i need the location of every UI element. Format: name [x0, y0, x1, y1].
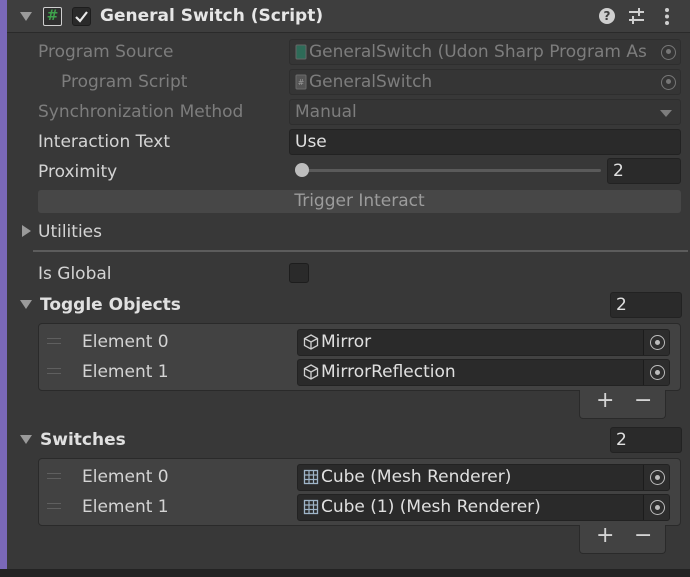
- toggle-objects-label[interactable]: Toggle Objects: [40, 295, 181, 315]
- target-icon[interactable]: [650, 335, 665, 350]
- svg-text:#: #: [298, 78, 305, 87]
- dropdown-arrow-icon: [660, 110, 672, 117]
- list-element-label: Element 0: [82, 332, 169, 352]
- list-element-label: Element 1: [82, 497, 169, 517]
- drag-handle-icon[interactable]: [47, 338, 61, 344]
- target-icon[interactable]: [661, 74, 676, 90]
- proximity-slider-thumb[interactable]: [295, 163, 309, 177]
- proximity-slider-track[interactable]: [295, 169, 601, 172]
- trigger-interact-label: Trigger Interact: [294, 191, 425, 211]
- udon-program-asset-icon: [295, 44, 307, 60]
- switch-field[interactable]: Cube (Mesh Renderer): [297, 464, 670, 491]
- proximity-value-input[interactable]: 2: [607, 158, 681, 184]
- program-source-field[interactable]: GeneralSwitch (Udon Sharp Program As: [289, 39, 681, 65]
- more-icon[interactable]: [664, 7, 670, 26]
- trigger-interact-button[interactable]: Trigger Interact: [38, 190, 681, 213]
- utilities-foldout-icon[interactable]: [22, 225, 31, 237]
- utilities-label[interactable]: Utilities: [38, 222, 102, 242]
- switches-add-remove: + −: [579, 523, 666, 554]
- proximity-value: 2: [613, 161, 624, 181]
- toggle-objects-size-input[interactable]: 2: [610, 292, 682, 318]
- target-icon[interactable]: [661, 44, 676, 60]
- target-icon[interactable]: [650, 365, 665, 380]
- switch-value: Cube (1) (Mesh Renderer): [321, 497, 541, 517]
- program-source-picker[interactable]: [654, 40, 680, 64]
- target-icon[interactable]: [650, 500, 665, 515]
- add-element-button[interactable]: +: [596, 388, 614, 413]
- toggle-object-value: Mirror: [321, 332, 372, 352]
- section-divider: [33, 250, 688, 252]
- interaction-text-input[interactable]: Use: [289, 129, 681, 155]
- bottom-divider: [0, 569, 690, 577]
- switch-value: Cube (Mesh Renderer): [321, 467, 512, 487]
- switches-foldout-icon[interactable]: [20, 435, 32, 444]
- toggle-object-field[interactable]: Mirror: [297, 329, 670, 356]
- toggle-object-field[interactable]: MirrorReflection: [297, 359, 670, 386]
- mesh-renderer-icon: [303, 499, 319, 515]
- target-icon[interactable]: [650, 470, 665, 485]
- list-element-label: Element 0: [82, 467, 169, 487]
- list-element-label: Element 1: [82, 362, 169, 382]
- presets-icon[interactable]: [627, 7, 646, 26]
- toggle-objects-add-remove: + −: [579, 388, 666, 419]
- program-script-label: Program Script: [61, 72, 188, 92]
- collapse-foldout-icon[interactable]: [20, 12, 32, 21]
- program-source-value: GeneralSwitch (Udon Sharp Program As: [309, 42, 647, 62]
- interaction-text-value: Use: [295, 132, 327, 152]
- object-picker[interactable]: [643, 360, 669, 385]
- is-global-checkbox[interactable]: [289, 263, 309, 283]
- component-accent-bar: [0, 0, 7, 577]
- remove-element-button[interactable]: −: [634, 523, 652, 548]
- interaction-text-label: Interaction Text: [38, 132, 171, 152]
- drag-handle-icon[interactable]: [47, 473, 61, 479]
- sync-method-label: Synchronization Method: [38, 102, 244, 122]
- toggle-objects-count: 2: [616, 295, 627, 315]
- program-script-field[interactable]: # GeneralSwitch: [289, 69, 681, 95]
- component-header[interactable]: # General Switch (Script) ?: [7, 0, 690, 33]
- switches-size-input[interactable]: 2: [610, 427, 682, 453]
- drag-handle-icon[interactable]: [47, 503, 61, 509]
- add-element-button[interactable]: +: [596, 523, 614, 548]
- csharp-script-icon: #: [295, 74, 307, 90]
- program-script-value: GeneralSwitch: [309, 72, 433, 92]
- is-global-label: Is Global: [38, 264, 112, 284]
- help-icon[interactable]: ?: [599, 8, 615, 24]
- enabled-checkbox[interactable]: [72, 7, 91, 26]
- toggle-object-value: MirrorReflection: [321, 362, 456, 382]
- program-script-picker[interactable]: [654, 70, 680, 94]
- object-picker[interactable]: [643, 465, 669, 490]
- script-icon: #: [43, 7, 62, 26]
- switches-count: 2: [616, 430, 627, 450]
- switch-field[interactable]: Cube (1) (Mesh Renderer): [297, 494, 670, 521]
- remove-element-button[interactable]: −: [634, 388, 652, 413]
- switches-label[interactable]: Switches: [40, 430, 126, 450]
- toggle-objects-foldout-icon[interactable]: [20, 300, 32, 309]
- gameobject-icon: [303, 364, 319, 380]
- drag-handle-icon[interactable]: [47, 368, 61, 374]
- gameobject-icon: [303, 334, 319, 350]
- sync-method-value: Manual: [295, 102, 357, 122]
- object-picker[interactable]: [643, 495, 669, 520]
- mesh-renderer-icon: [303, 469, 319, 485]
- checkmark-icon: [75, 11, 88, 23]
- object-picker[interactable]: [643, 330, 669, 355]
- component-title: General Switch (Script): [100, 6, 324, 26]
- proximity-label: Proximity: [38, 162, 118, 182]
- sync-method-dropdown[interactable]: Manual: [289, 99, 681, 125]
- program-source-label: Program Source: [38, 42, 174, 62]
